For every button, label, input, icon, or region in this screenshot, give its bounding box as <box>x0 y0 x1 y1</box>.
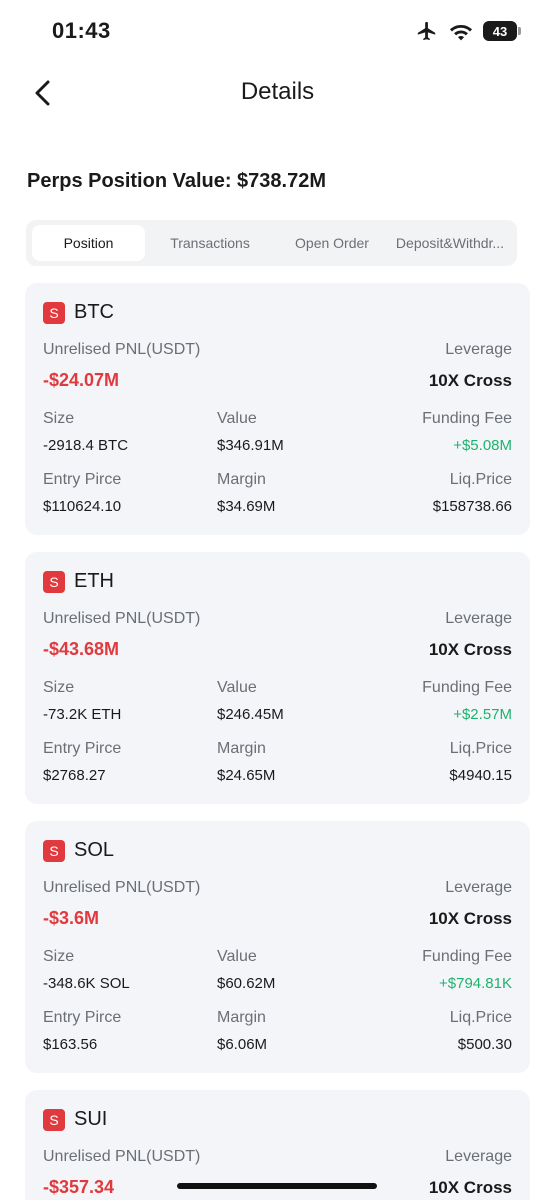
margin-label: Margin <box>217 471 266 488</box>
short-badge: S <box>43 839 65 862</box>
leverage-value: 10X Cross <box>428 1178 512 1197</box>
short-badge: S <box>43 301 65 324</box>
coin-header: S SUI <box>43 1108 107 1131</box>
short-badge: S <box>43 570 65 593</box>
position-card-sol[interactable]: S SOL Unrelised PNL(USDT) Leverage -$3.6… <box>25 821 530 1073</box>
tab-open-order[interactable]: Open Order <box>275 225 389 261</box>
coin-header: S ETH <box>43 570 114 593</box>
entry-price-label: Entry Pirce <box>43 471 122 488</box>
entry-price-value: $2768.27 <box>43 767 106 784</box>
margin-value: $6.06M <box>217 1036 268 1053</box>
size-value: -2918.4 BTC <box>43 437 129 454</box>
margin-label: Margin <box>217 740 266 757</box>
size-label: Size <box>43 948 75 965</box>
tab-transactions[interactable]: Transactions <box>145 225 275 261</box>
nav-bar: Details <box>0 70 555 116</box>
margin-value: $24.65M <box>217 767 276 784</box>
coin-name: BTC <box>74 301 114 323</box>
value-label: Value <box>217 410 257 427</box>
entry-price-value: $110624.10 <box>43 498 122 515</box>
unrealised-pnl-value: -$24.07M <box>43 370 120 390</box>
funding-fee-label: Funding Fee <box>422 410 512 427</box>
margin-value: $34.69M <box>217 498 276 515</box>
wifi-icon <box>450 25 472 41</box>
funding-fee-value: +$794.81K <box>439 975 512 992</box>
unrealised-pnl-value: -$43.68M <box>43 639 120 659</box>
leverage-label: Leverage <box>445 610 512 627</box>
coin-name: SUI <box>74 1108 108 1130</box>
perps-position-value: Perps Position Value: $738.72M <box>27 170 327 192</box>
unrealised-pnl-label: Unrelised PNL(USDT) <box>43 879 201 896</box>
funding-fee-value: +$2.57M <box>453 706 512 723</box>
battery-level: 43 <box>492 23 508 39</box>
unrealised-pnl-label: Unrelised PNL(USDT) <box>43 341 201 358</box>
leverage-label: Leverage <box>445 879 512 896</box>
size-value: -73.2K ETH <box>43 706 122 723</box>
home-indicator[interactable] <box>177 1183 377 1189</box>
value-value: $346.91M <box>217 437 284 454</box>
leverage-value: 10X Cross <box>428 371 512 390</box>
entry-price-label: Entry Pirce <box>43 1009 122 1026</box>
funding-fee-value: +$5.08M <box>453 437 512 454</box>
leverage-value: 10X Cross <box>428 640 512 659</box>
liq-price-value: $500.30 <box>457 1036 512 1053</box>
liq-price-label: Liq.Price <box>449 740 512 757</box>
unrealised-pnl-label: Unrelised PNL(USDT) <box>43 1148 201 1165</box>
value-value: $60.62M <box>217 975 276 992</box>
status-bar: 01:43 43 <box>0 0 555 62</box>
funding-fee-label: Funding Fee <box>422 948 512 965</box>
value-label: Value <box>217 948 257 965</box>
size-value: -348.6K SOL <box>43 975 130 992</box>
coin-name: SOL <box>74 839 115 861</box>
liq-price-value: $4940.15 <box>449 767 512 784</box>
value-label: Value <box>217 679 257 696</box>
status-icons: 43 <box>415 20 521 42</box>
entry-price-label: Entry Pirce <box>43 740 122 757</box>
unrealised-pnl-label: Unrelised PNL(USDT) <box>43 610 201 627</box>
liq-price-label: Liq.Price <box>449 471 512 488</box>
funding-fee-label: Funding Fee <box>422 679 512 696</box>
unrealised-pnl-value: -$357.34 <box>43 1177 115 1197</box>
unrealised-pnl-value: -$3.6M <box>43 908 100 928</box>
status-time: 01:43 <box>52 18 111 43</box>
margin-label: Margin <box>217 1009 266 1026</box>
liq-price-value: $158738.66 <box>432 498 512 515</box>
leverage-value: 10X Cross <box>428 909 512 928</box>
tab-position[interactable]: Position <box>32 225 145 261</box>
coin-header: S SOL <box>43 839 114 862</box>
airplane-icon <box>417 21 436 41</box>
size-label: Size <box>43 679 75 696</box>
leverage-label: Leverage <box>445 341 512 358</box>
liq-price-label: Liq.Price <box>449 1009 512 1026</box>
battery-icon: 43 <box>483 21 521 41</box>
entry-price-value: $163.56 <box>43 1036 98 1053</box>
tab-bar: Position Transactions Open Order Deposit… <box>26 220 517 266</box>
position-card-btc[interactable]: S BTC Unrelised PNL(USDT) Leverage -$24.… <box>25 283 530 535</box>
value-value: $246.45M <box>217 706 284 723</box>
coin-name: ETH <box>74 570 114 592</box>
position-card-eth[interactable]: S ETH Unrelised PNL(USDT) Leverage -$43.… <box>25 552 530 804</box>
size-label: Size <box>43 410 75 427</box>
tab-deposit-withdraw[interactable]: Deposit&Withdr... <box>389 225 511 261</box>
leverage-label: Leverage <box>445 1148 512 1165</box>
page-title: Details <box>240 78 315 105</box>
short-badge: S <box>43 1108 65 1131</box>
coin-header: S BTC <box>43 301 114 324</box>
